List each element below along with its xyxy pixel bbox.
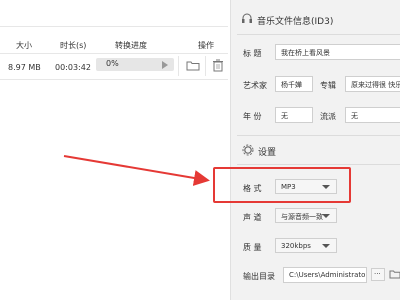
annotation-arrow xyxy=(63,155,210,186)
highlight-box xyxy=(213,167,351,203)
annotation-overlay xyxy=(63,155,351,203)
